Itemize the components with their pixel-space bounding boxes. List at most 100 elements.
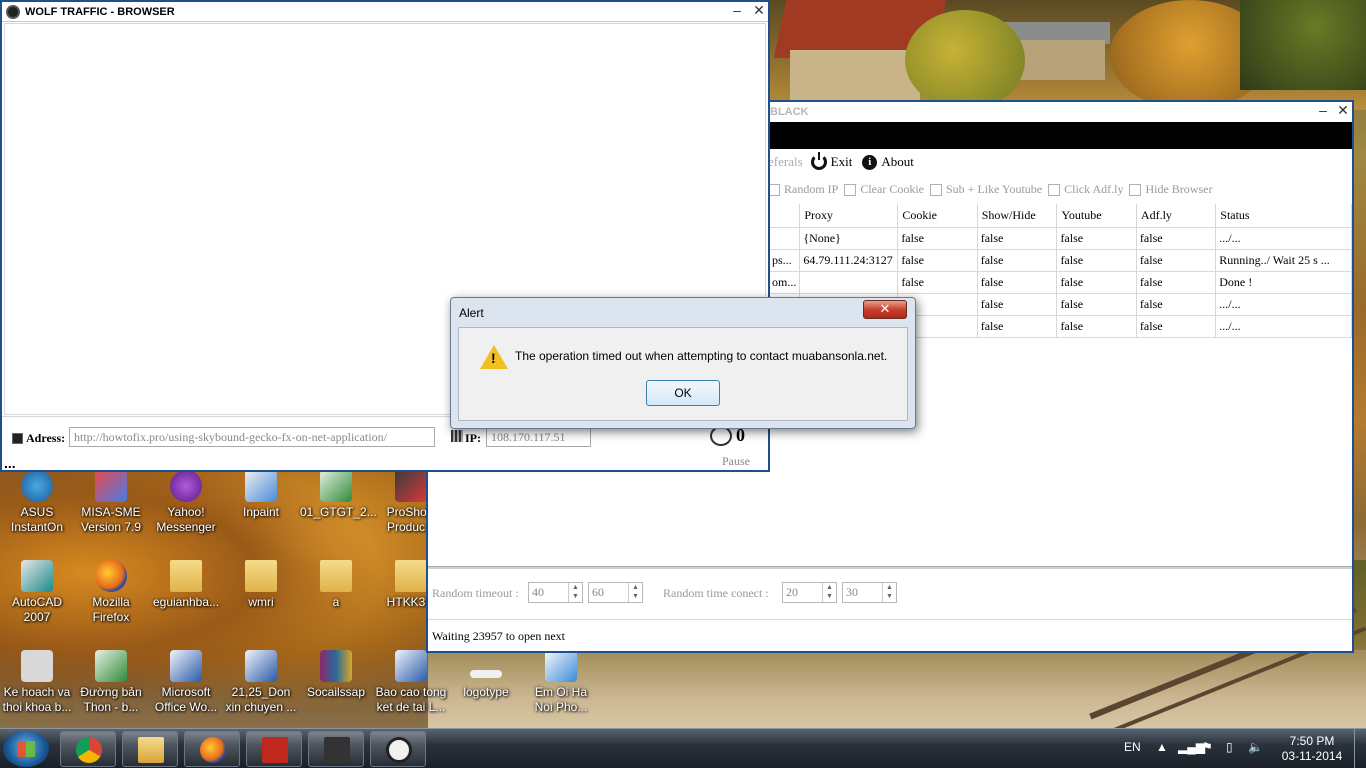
address-input[interactable]: http://howtofix.pro/using-skybound-gecko… bbox=[69, 427, 435, 447]
desktop-icon[interactable]: Em Oi Ha Noi Pho... bbox=[525, 650, 597, 715]
flag-icon[interactable]: ⚑ bbox=[1202, 740, 1213, 754]
show-desktop-button[interactable] bbox=[1354, 729, 1366, 768]
desktop-icon[interactable]: MISA-SME Version 7.9 bbox=[75, 470, 147, 535]
desktop-icon[interactable]: ASUS InstantOn bbox=[1, 470, 73, 535]
signal-icon[interactable]: ▂▄▆ bbox=[1178, 740, 1205, 754]
browser-title: WOLF TRAFFIC - BROWSER bbox=[25, 5, 175, 18]
battery-icon[interactable]: ▯ bbox=[1226, 740, 1233, 754]
wallpaper-house bbox=[790, 50, 920, 100]
desktop-icon[interactable]: Bao cao tong ket de tai L... bbox=[375, 650, 447, 715]
taskbar-wolf-traffic[interactable] bbox=[308, 731, 364, 767]
desktop-icon[interactable]: 01_GTGT_2... bbox=[300, 470, 377, 520]
column-header[interactable]: Cookie bbox=[897, 204, 978, 228]
desktop-icon-label: Yahoo! Messenger bbox=[156, 505, 216, 534]
proshow-icon bbox=[395, 470, 427, 502]
option-checkbox[interactable]: Clear Cookie bbox=[844, 182, 924, 197]
table-cell: false bbox=[897, 271, 978, 294]
more-dots[interactable]: ... bbox=[4, 456, 16, 470]
column-header[interactable]: Status bbox=[1215, 204, 1352, 228]
column-header[interactable]: Show/Hide bbox=[977, 204, 1058, 228]
inpaint-icon bbox=[245, 470, 277, 502]
checkbox-icon[interactable] bbox=[1129, 183, 1142, 196]
checkbox-icon[interactable] bbox=[930, 183, 942, 196]
option-checkbox[interactable]: Hide Browser bbox=[1129, 182, 1212, 197]
asus-icon bbox=[21, 470, 53, 502]
browser-titlebar[interactable]: WOLF TRAFFIC - BROWSER bbox=[2, 2, 768, 22]
minimize-button[interactable]: – bbox=[1314, 102, 1332, 120]
table-cell: om... bbox=[767, 271, 801, 294]
column-header[interactable] bbox=[768, 204, 801, 228]
spin-arrows-icon[interactable]: ▲ ▼ bbox=[822, 583, 836, 602]
column-header[interactable]: Youtube bbox=[1056, 204, 1137, 228]
folder-icon bbox=[395, 560, 427, 592]
ip-input[interactable]: 108.170.117.51 bbox=[486, 427, 591, 447]
desktop-icon[interactable]: 21,25_Don xin chuyen ... bbox=[225, 650, 297, 715]
table-row[interactable]: {None} false false false false .../... bbox=[767, 227, 1352, 250]
rar-icon bbox=[320, 650, 352, 682]
table-cell: false bbox=[1135, 249, 1217, 272]
menu-item-exit[interactable]: Exit bbox=[831, 154, 853, 170]
desktop-icon-label: Microsoft Office Wo... bbox=[154, 685, 218, 714]
wolf-icon bbox=[324, 737, 350, 763]
desktop-icon-label: Bao cao tong ket de tai L... bbox=[375, 685, 447, 714]
column-header[interactable]: Proxy bbox=[799, 204, 899, 228]
random-timeout-max-stepper[interactable]: 60 ▲ ▼ bbox=[588, 582, 643, 603]
alert-close-button[interactable]: ✕ bbox=[863, 300, 907, 319]
show-hidden-icons-icon[interactable]: ▲ bbox=[1156, 740, 1168, 754]
desktop-icon[interactable]: Đường bản Thon - b... bbox=[75, 650, 147, 715]
close-button[interactable]: ✕ bbox=[1334, 102, 1352, 120]
desktop-icon-label: ASUS InstantOn bbox=[10, 505, 64, 534]
desktop-icon[interactable]: Socailssap bbox=[300, 650, 372, 700]
table-cell: .../... bbox=[1215, 293, 1352, 316]
option-checkbox[interactable]: Sub + Like Youtube bbox=[930, 182, 1042, 197]
desktop-icon[interactable]: AutoCAD 2007 bbox=[1, 560, 73, 625]
splitter[interactable] bbox=[428, 566, 1352, 569]
desktop-icon[interactable]: Ke hoach va thoi khoa b... bbox=[1, 650, 73, 715]
table-row[interactable]: ps... 64.79.111.24:3127 false false false fal… bbox=[767, 249, 1352, 272]
desktop-icon[interactable]: logotype bbox=[450, 650, 522, 700]
clock[interactable]: 7:50 PM 03-11-2014 bbox=[1278, 734, 1346, 764]
random-connect-max-stepper[interactable]: 30 ▲ ▼ bbox=[842, 582, 897, 603]
desktop-icon[interactable]: Inpaint bbox=[225, 470, 297, 520]
close-button[interactable]: ✕ bbox=[750, 2, 768, 20]
excel-icon bbox=[95, 650, 127, 682]
ok-button[interactable]: OK bbox=[646, 380, 720, 406]
checkbox-icon[interactable] bbox=[1048, 183, 1061, 196]
spin-arrows-icon[interactable]: ▲ ▼ bbox=[628, 583, 642, 602]
random-connect-label: Random time conect : bbox=[663, 586, 769, 600]
menu-item-about[interactable]: About bbox=[881, 154, 914, 170]
minimize-button[interactable]: – bbox=[728, 2, 746, 20]
option-checkbox[interactable]: Random IP bbox=[768, 182, 838, 197]
pause-button[interactable]: Pause bbox=[722, 454, 750, 469]
random-connect-min-stepper[interactable]: 20 ▲ ▼ bbox=[782, 582, 837, 603]
desktop-icon[interactable]: wmri bbox=[225, 560, 297, 610]
option-label: Sub + Like Youtube bbox=[946, 182, 1043, 196]
option-checkbox[interactable]: Click Adf.ly bbox=[1048, 182, 1123, 197]
wallpaper-tree bbox=[1240, 0, 1366, 90]
desktop-icon[interactable]: Mozilla Firefox bbox=[75, 560, 147, 625]
desktop-icon[interactable]: eguianhba... bbox=[150, 560, 222, 610]
desktop-icon-label: a bbox=[332, 595, 340, 609]
menu-item-referals[interactable]: eferals bbox=[768, 154, 803, 170]
desktop-icon-label: logotype bbox=[463, 685, 509, 699]
desktop-icon[interactable]: Yahoo! Messenger bbox=[150, 470, 222, 535]
language-indicator[interactable]: EN bbox=[1124, 740, 1141, 754]
word-icon bbox=[170, 650, 202, 682]
taskbar-chrome[interactable] bbox=[60, 731, 116, 767]
desktop-icon[interactable]: Microsoft Office Wo... bbox=[150, 650, 222, 715]
taskbar-filezilla[interactable] bbox=[246, 731, 302, 767]
taskbar-wolf-browser[interactable] bbox=[370, 731, 426, 767]
desktop-icon[interactable]: a bbox=[300, 560, 372, 610]
random-timeout-min-stepper[interactable]: 40 ▲ ▼ bbox=[528, 582, 583, 603]
spin-arrows-icon[interactable]: ▲ ▼ bbox=[568, 583, 582, 602]
taskbar-explorer[interactable] bbox=[122, 731, 178, 767]
checkbox-icon[interactable] bbox=[844, 183, 857, 196]
volume-icon[interactable]: 🔈 bbox=[1248, 740, 1263, 754]
column-header[interactable]: Adf.ly bbox=[1136, 204, 1217, 228]
excel-icon bbox=[320, 470, 352, 502]
start-button[interactable] bbox=[3, 731, 49, 767]
table-row[interactable]: om... false false false false Done ! bbox=[767, 271, 1352, 294]
taskbar-firefox[interactable] bbox=[184, 731, 240, 767]
spin-arrows-icon[interactable]: ▲ ▼ bbox=[882, 583, 896, 602]
yahoo-icon bbox=[170, 470, 202, 502]
